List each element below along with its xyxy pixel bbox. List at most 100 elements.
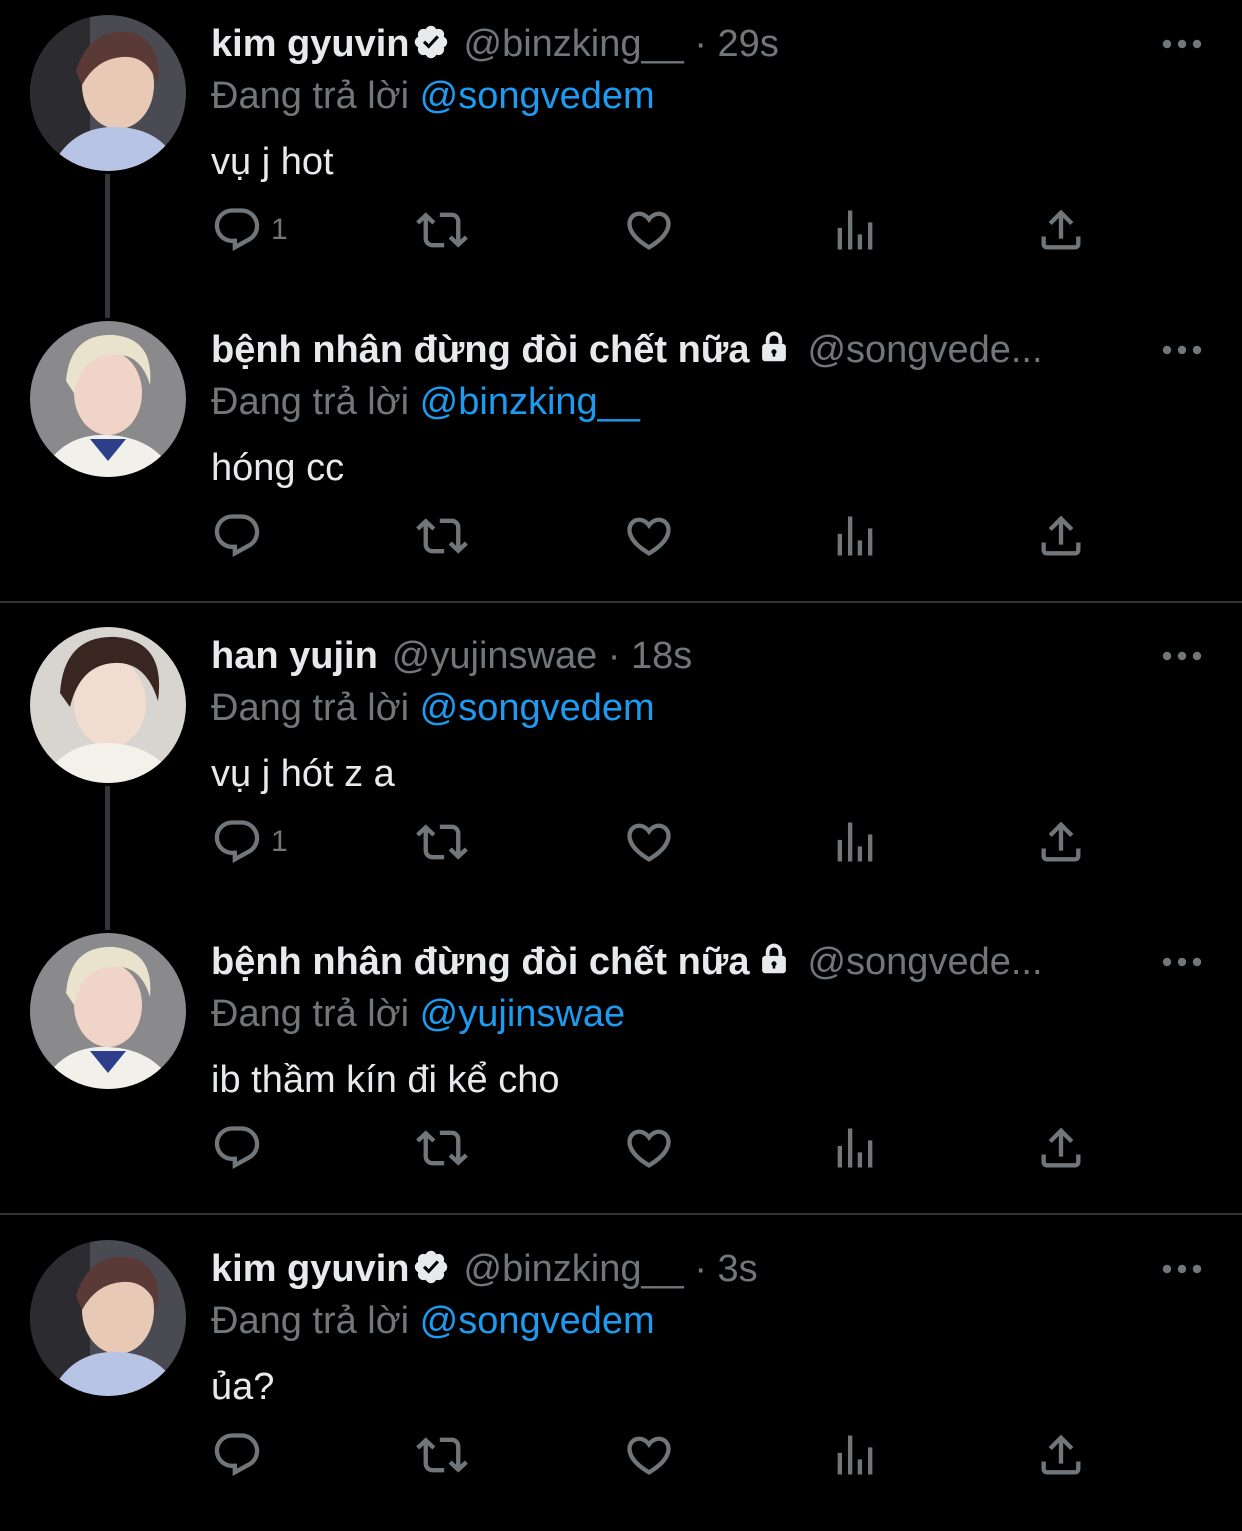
tweet-header: kim gyuvin @binzking__ · 3s	[211, 1247, 1121, 1291]
tweet[interactable]: bệnh nhân đừng đòi chết nữa @songvede... …	[0, 306, 1242, 612]
mention-link[interactable]: @songvedem	[420, 75, 655, 117]
tweet-text: ib thầm kín đi kể cho	[211, 1059, 560, 1101]
mention-link[interactable]: @songvedem	[420, 687, 655, 729]
action-bar	[211, 1429, 1111, 1481]
tweet[interactable]: han yujin @yujinswae · 18s Đang trả lời @…	[0, 612, 1242, 930]
views-button[interactable]	[829, 816, 881, 868]
timestamp[interactable]: 3s	[718, 1248, 758, 1290]
share-button[interactable]	[1035, 1429, 1087, 1481]
views-icon	[829, 816, 881, 868]
share-button[interactable]	[1035, 204, 1087, 256]
tweet[interactable]: kim gyuvin @binzking__ · 3s Đang trả lời …	[0, 1225, 1242, 1531]
display-name[interactable]: kim gyuvin	[211, 23, 410, 65]
retweet-icon	[416, 1122, 468, 1174]
timestamp[interactable]: 29s	[718, 23, 779, 65]
handle[interactable]: @songvede...	[807, 329, 1042, 371]
views-button[interactable]	[829, 510, 881, 562]
reply-icon	[211, 510, 263, 562]
replying-prefix: Đang trả lời	[211, 993, 420, 1035]
like-button[interactable]	[623, 1429, 675, 1481]
retweet-button[interactable]	[416, 1122, 468, 1174]
action-bar: 1	[211, 816, 1111, 868]
like-button[interactable]	[623, 1122, 675, 1174]
action-bar	[211, 1122, 1111, 1174]
lock-icon	[755, 328, 793, 366]
display-name[interactable]: han yujin	[211, 635, 378, 677]
more-icon[interactable]	[1159, 26, 1205, 62]
verified-badge-icon	[412, 23, 450, 61]
thread-line	[105, 174, 110, 318]
more-icon[interactable]	[1159, 638, 1205, 674]
mention-link[interactable]: @yujinswae	[420, 993, 625, 1035]
replying-prefix: Đang trả lời	[211, 687, 420, 729]
views-button[interactable]	[829, 1429, 881, 1481]
verified-badge-icon	[412, 1248, 450, 1286]
replying-to: Đang trả lời @yujinswae	[211, 992, 625, 1036]
retweet-button[interactable]	[416, 816, 468, 868]
handle[interactable]: @yujinswae	[392, 635, 597, 677]
retweet-button[interactable]	[416, 204, 468, 256]
mention-link[interactable]: @binzking__	[420, 381, 640, 423]
display-name[interactable]: bệnh nhân đừng đòi chết nữa	[211, 329, 749, 371]
like-icon	[623, 816, 675, 868]
views-icon	[829, 1122, 881, 1174]
like-icon	[623, 510, 675, 562]
retweet-button[interactable]	[416, 1429, 468, 1481]
reply-button[interactable]	[211, 510, 271, 562]
views-icon	[829, 1429, 881, 1481]
views-button[interactable]	[829, 1122, 881, 1174]
mention-link[interactable]: @songvedem	[420, 1300, 655, 1342]
retweet-icon	[416, 816, 468, 868]
avatar[interactable]	[30, 933, 186, 1089]
avatar[interactable]	[30, 627, 186, 783]
thread-divider	[0, 601, 1242, 603]
reply-count: 1	[271, 213, 288, 246]
tweet-header: bệnh nhân đừng đòi chết nữa @songvede...	[211, 328, 1121, 372]
retweet-button[interactable]	[416, 510, 468, 562]
share-icon	[1035, 510, 1087, 562]
share-icon	[1035, 1122, 1087, 1174]
views-button[interactable]	[829, 204, 881, 256]
share-button[interactable]	[1035, 510, 1087, 562]
avatar[interactable]	[30, 321, 186, 477]
like-button[interactable]	[623, 510, 675, 562]
avatar[interactable]	[30, 1240, 186, 1396]
share-button[interactable]	[1035, 816, 1087, 868]
views-icon	[829, 204, 881, 256]
reply-button[interactable]: 1	[211, 816, 288, 868]
avatar[interactable]	[30, 15, 186, 171]
timestamp[interactable]: 18s	[631, 635, 692, 677]
tweet-header: bệnh nhân đừng đòi chết nữa @songvede...	[211, 940, 1121, 984]
display-name[interactable]: kim gyuvin	[211, 1248, 410, 1290]
share-icon	[1035, 1429, 1087, 1481]
reply-button[interactable]	[211, 1429, 271, 1481]
reply-button[interactable]: 1	[211, 204, 288, 256]
tweet-text: hóng cc	[211, 447, 345, 489]
handle[interactable]: @binzking__	[464, 23, 684, 65]
retweet-icon	[416, 1429, 468, 1481]
like-icon	[623, 1429, 675, 1481]
more-icon[interactable]	[1159, 944, 1205, 980]
reply-button[interactable]	[211, 1122, 271, 1174]
share-button[interactable]	[1035, 1122, 1087, 1174]
replying-to: Đang trả lời @songvedem	[211, 74, 655, 118]
retweet-icon	[416, 204, 468, 256]
display-name[interactable]: bệnh nhân đừng đòi chết nữa	[211, 941, 749, 983]
like-button[interactable]	[623, 204, 675, 256]
more-icon[interactable]	[1159, 1251, 1205, 1287]
tweet-text: vụ j hot	[211, 141, 334, 183]
replying-to: Đang trả lời @songvedem	[211, 686, 655, 730]
reply-icon	[211, 204, 263, 256]
replying-prefix: Đang trả lời	[211, 1300, 420, 1342]
separator-dot: ·	[683, 1248, 718, 1290]
tweet[interactable]: bệnh nhân đừng đòi chết nữa @songvede... …	[0, 918, 1242, 1224]
separator-dot: ·	[597, 635, 632, 677]
separator-dot: ·	[683, 23, 718, 65]
handle[interactable]: @binzking__	[464, 1248, 684, 1290]
handle[interactable]: @songvede...	[807, 941, 1042, 983]
like-button[interactable]	[623, 816, 675, 868]
tweet[interactable]: kim gyuvin @binzking__ · 29s Đang trả lời…	[0, 0, 1242, 318]
more-icon[interactable]	[1159, 332, 1205, 368]
replying-to: Đang trả lời @songvedem	[211, 1299, 655, 1343]
action-bar	[211, 510, 1111, 562]
